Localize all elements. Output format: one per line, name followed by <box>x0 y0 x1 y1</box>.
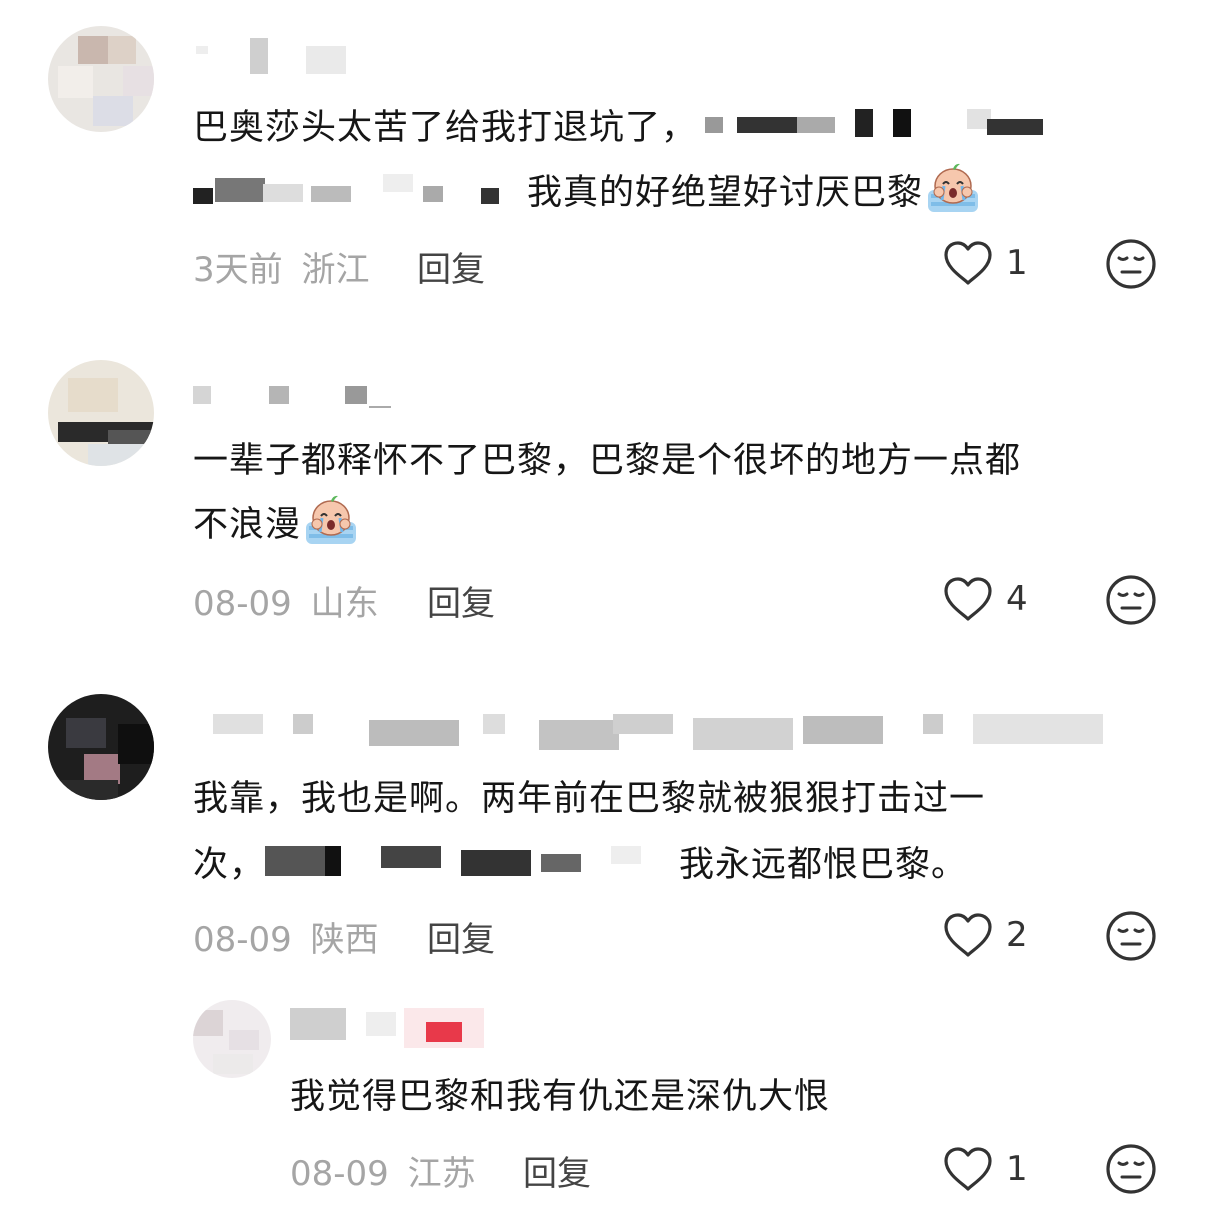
crying-face-emoji-icon <box>925 160 981 216</box>
reply-button[interactable]: 回复 <box>417 242 485 291</box>
meh-face-icon[interactable] <box>1105 238 1157 290</box>
avatar[interactable] <box>48 26 154 132</box>
redacted-text <box>265 842 665 882</box>
comment-text-part: 我真的好绝望好讨厌巴黎 <box>527 173 924 213</box>
username-redacted[interactable] <box>290 1008 510 1048</box>
comment-region: 山东 <box>310 584 379 624</box>
avatar[interactable] <box>193 1000 271 1078</box>
meh-face-icon[interactable] <box>1105 574 1157 626</box>
meh-face-icon[interactable] <box>1105 1143 1157 1195</box>
comment-item: 巴奥莎头太苦了给我打退坑了， 我真的好绝望好讨厌巴黎 3天前 浙江 回复 1 <box>0 0 1206 320</box>
badge <box>426 1022 462 1042</box>
meh-face-icon[interactable] <box>1105 910 1157 962</box>
avatar[interactable] <box>48 694 154 800</box>
username-redacted[interactable] <box>193 710 1133 750</box>
comment-text-part: 巴奥莎头太苦了给我打退坑了， <box>193 108 698 148</box>
comment-meta: 3天前 浙江 <box>193 242 369 291</box>
heart-outline-icon[interactable] <box>943 912 993 958</box>
comment-item: 一辈子都释怀不了巴黎，巴黎是个很坏的地方一点都 不浪漫 08-09 山东 回复 … <box>0 330 1206 650</box>
comment-region: 陕西 <box>310 920 379 960</box>
comment-meta: 08-09 山东 <box>193 576 379 625</box>
comment-text-part: 次， <box>193 845 266 885</box>
heart-outline-icon[interactable] <box>943 240 993 286</box>
username-redacted[interactable] <box>196 38 356 78</box>
reply-button[interactable]: 回复 <box>427 576 495 625</box>
like-count: 1 <box>1006 243 1028 283</box>
heart-outline-icon[interactable] <box>943 576 993 622</box>
comment-meta: 08-09 陕西 <box>193 912 379 961</box>
reply-region: 江苏 <box>407 1154 476 1194</box>
comment-text: 巴奥莎头太苦了给我打退坑了， <box>193 95 1047 161</box>
comment-time: 3天前 <box>193 250 283 290</box>
comment-text: 我靠，我也是啊。两年前在巴黎就被狠狠打击过一 <box>193 779 986 819</box>
comment-text: 次， 我永远都恨巴黎。 <box>193 832 967 898</box>
redacted-text <box>193 170 513 210</box>
like-count: 2 <box>1006 915 1028 955</box>
reply-button[interactable]: 回复 <box>523 1146 591 1195</box>
comment-text: 我真的好绝望好讨厌巴黎 <box>193 160 981 226</box>
like-count: 4 <box>1006 579 1028 619</box>
comment-text-part: 我永远都恨巴黎。 <box>679 845 968 885</box>
crying-face-emoji-icon <box>303 492 359 548</box>
username-redacted[interactable] <box>193 380 403 420</box>
comment-text: 一辈子都释怀不了巴黎，巴黎是个很坏的地方一点都 <box>193 441 1022 481</box>
like-count: 1 <box>1006 1149 1028 1189</box>
comment-text-part: 不浪漫 <box>193 505 302 545</box>
comment-time: 08-09 <box>193 584 292 624</box>
heart-outline-icon[interactable] <box>943 1146 993 1192</box>
comment-time: 08-09 <box>193 920 292 960</box>
reply-button[interactable]: 回复 <box>427 912 495 961</box>
reply-text: 我觉得巴黎和我有仇还是深仇大恨 <box>290 1077 831 1117</box>
avatar[interactable] <box>48 360 154 466</box>
reply-time: 08-09 <box>290 1154 389 1194</box>
comment-text: 不浪漫 <box>193 492 359 558</box>
comment-region: 浙江 <box>301 250 370 290</box>
reply-meta: 08-09 江苏 <box>290 1146 476 1195</box>
reply-item: 我觉得巴黎和我有仇还是深仇大恨 08-09 江苏 回复 1 <box>0 990 1206 1218</box>
redacted-text <box>697 105 1047 145</box>
comment-item: 我靠，我也是啊。两年前在巴黎就被狠狠打击过一 次， 我永远都恨巴黎。 08-09… <box>0 660 1206 980</box>
